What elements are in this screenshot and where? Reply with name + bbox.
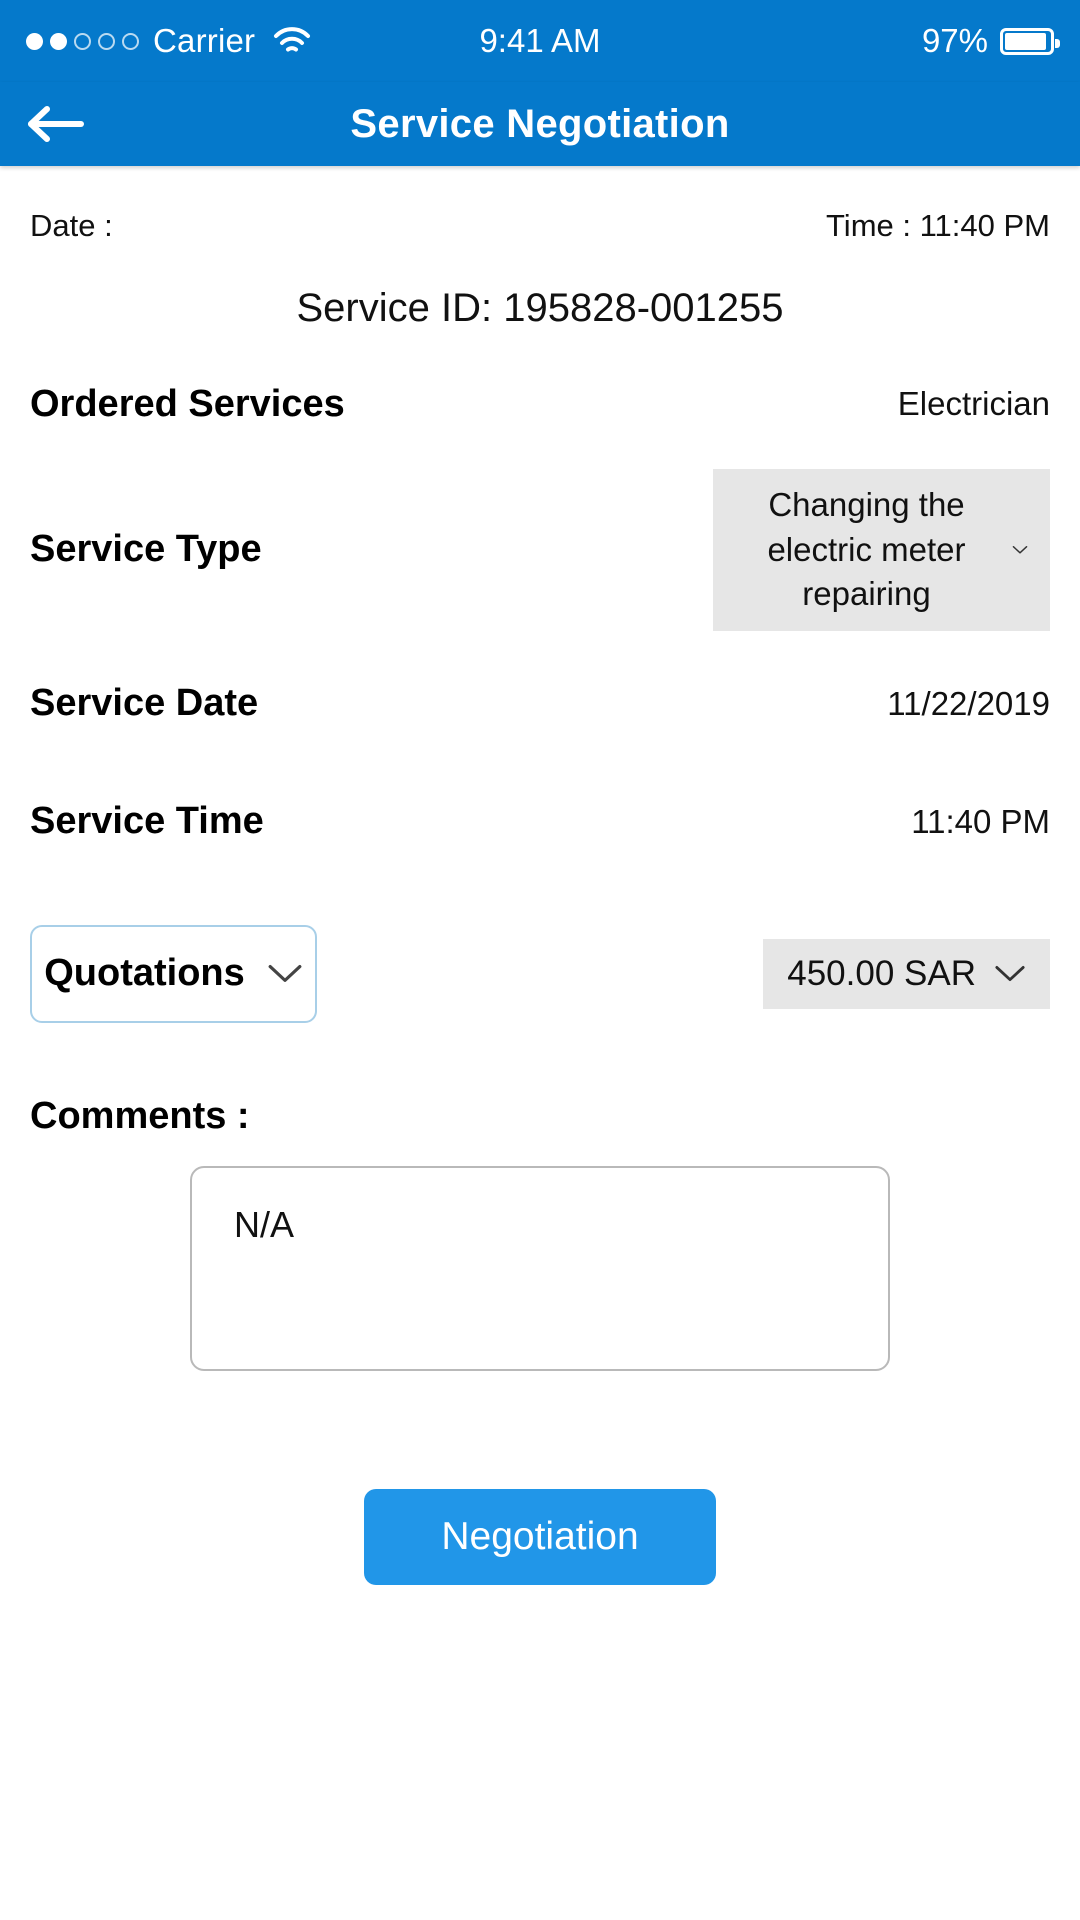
service-time-row: Service Time 11:40 PM: [30, 777, 1050, 867]
quotations-label: Quotations: [44, 952, 245, 995]
service-type-row: Service Type Changing the electric meter…: [30, 469, 1050, 631]
service-time-label: Service Time: [30, 800, 264, 843]
comments-label: Comments :: [30, 1094, 250, 1137]
negotiation-button[interactable]: Negotiation: [364, 1488, 716, 1585]
date-label: Date :: [30, 208, 113, 243]
chevron-down-icon: [268, 964, 302, 982]
price-dropdown[interactable]: 450.00 SAR: [763, 938, 1050, 1009]
carrier-label: Carrier: [153, 22, 256, 59]
page-title: Service Negotiation: [350, 101, 730, 146]
quotation-row: Quotations 450.00 SAR: [30, 924, 1050, 1023]
arrow-left-icon: [28, 106, 84, 142]
status-bar: Carrier 9:41 AM 97%: [0, 0, 1080, 82]
back-button[interactable]: [0, 82, 110, 166]
battery-icon: [1000, 27, 1060, 55]
main-content: Date : Time : 11:40 PM Service ID: 19582…: [0, 208, 1080, 1585]
service-id: Service ID: 195828-001255: [296, 286, 784, 330]
chevron-down-icon: [995, 965, 1025, 981]
wifi-icon: [274, 27, 311, 52]
status-bar-left: Carrier: [26, 22, 311, 60]
service-date-row: Service Date 11/22/2019: [30, 659, 1050, 749]
price-value: 450.00 SAR: [787, 953, 976, 993]
time-value: 11:40 PM: [919, 208, 1050, 243]
time-label-value: Time : 11:40 PM: [826, 208, 1050, 244]
comments-input[interactable]: N/A: [190, 1165, 890, 1371]
ordered-services-value: Electrician: [897, 385, 1050, 422]
signal-strength-icon: [26, 32, 139, 50]
service-date-value: 11/22/2019: [887, 684, 1050, 722]
ordered-services-label: Ordered Services: [30, 382, 345, 425]
navigation-bar: Service Negotiation: [0, 82, 1080, 166]
comments-value: N/A: [234, 1203, 295, 1245]
service-type-label: Service Type: [30, 528, 262, 571]
service-type-dropdown[interactable]: Changing the electric meter repairing: [713, 469, 1050, 631]
service-time-value: 11:40 PM: [911, 802, 1050, 840]
time-label: Time :: [826, 208, 911, 243]
service-type-value: Changing the electric meter repairing: [767, 486, 966, 613]
action-area: Negotiation: [30, 1488, 1050, 1585]
chevron-down-icon: [1012, 545, 1028, 554]
meta-row: Date : Time : 11:40 PM: [30, 208, 1050, 244]
service-date-label: Service Date: [30, 682, 259, 725]
ordered-services-row: Ordered Services Electrician: [30, 359, 1050, 449]
quotations-dropdown[interactable]: Quotations: [30, 924, 317, 1023]
battery-percent-label: 97%: [921, 22, 988, 59]
status-bar-right: 97%: [921, 22, 1060, 60]
